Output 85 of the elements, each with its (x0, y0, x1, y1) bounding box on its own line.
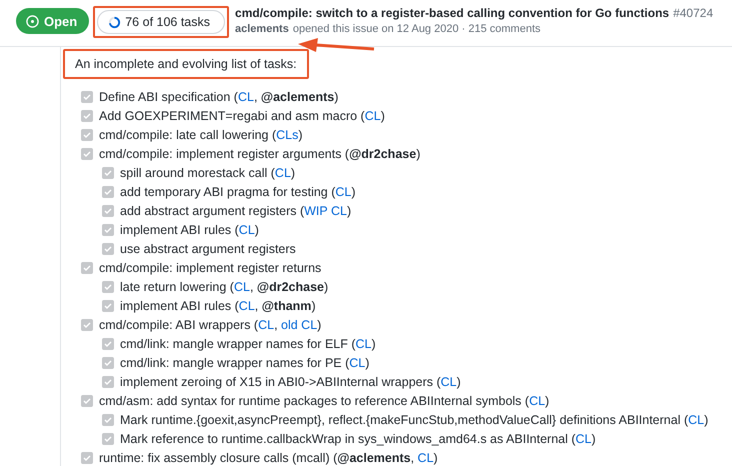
task-text: cmd/compile: late call lowering (CLs) (99, 128, 303, 142)
check-icon (83, 112, 91, 120)
checkbox[interactable] (102, 356, 114, 368)
link[interactable]: CL (356, 336, 372, 350)
checkbox[interactable] (81, 90, 93, 102)
task-text: add abstract argument registers (WIP CL) (120, 204, 352, 218)
task-text: Mark runtime.{goexit,asyncPreempt}, reflect.{makeFuncStub,methodValueCall} definitions ABIInternal (CL) (120, 412, 708, 426)
task-text: spill around morestack call (CL) (120, 166, 296, 180)
checkbox[interactable] (81, 262, 93, 274)
check-icon (104, 168, 112, 176)
task-text: cmd/asm: add syntax for runtime packages to reference ABIInternal symbols (CL) (99, 394, 550, 408)
task-text: cmd/compile: implement register arguments (@dr2chase) (99, 146, 420, 160)
issue-meta: opened this issue on 12 Aug 2020 · 215 comments (292, 23, 540, 35)
checkbox[interactable] (81, 394, 93, 406)
link[interactable]: CL (238, 90, 254, 104)
link[interactable]: CL (274, 166, 291, 180)
status-badge: Open (16, 8, 90, 34)
checkbox[interactable] (102, 204, 114, 216)
checkbox[interactable] (81, 452, 93, 464)
link[interactable]: CL (238, 222, 255, 236)
task-text: add temporary ABI pragma for testing (CL) (120, 184, 356, 198)
checkbox[interactable] (102, 224, 114, 236)
check-icon (83, 264, 91, 272)
check-icon (104, 358, 112, 366)
task-text: implement zeroing of X15 in ABI0->ABIInternal wrappers (CL) (120, 374, 461, 388)
check-icon (104, 244, 112, 252)
check-icon (104, 206, 112, 214)
link[interactable]: CL (234, 280, 250, 294)
check-icon (104, 434, 112, 442)
intro-text: An incomplete and evolving list of tasks: (75, 57, 297, 71)
issue-number: #40724 (673, 6, 714, 20)
issue-title: cmd/compile: switch to a register-based calling convention for Go functions (235, 6, 670, 20)
checkbox[interactable] (102, 300, 114, 312)
task-text: implement ABI rules (CL, @thanm) (120, 298, 316, 312)
check-icon (83, 396, 91, 404)
link[interactable]: CL (529, 394, 546, 408)
check-icon (104, 188, 112, 196)
checkbox[interactable] (102, 414, 114, 426)
checkbox[interactable] (81, 148, 93, 160)
task-text: implement ABI rules (CL) (120, 222, 259, 236)
task-text: Define ABI specification (CL, @aclements) (99, 90, 338, 104)
check-icon (104, 378, 112, 386)
link[interactable]: CL (364, 108, 381, 122)
check-icon (83, 320, 91, 328)
check-icon (104, 416, 112, 424)
check-icon (83, 130, 91, 138)
task-text: Mark reference to runtime.callbackWrap in sys_windows_amd64.s as ABIInternal (CL) (120, 432, 596, 446)
link[interactable]: CL (258, 318, 274, 332)
task-text: cmd/link: mangle wrapper names for PE (CL) (120, 356, 370, 370)
link[interactable]: CL (238, 298, 255, 312)
issue-icon (26, 14, 39, 28)
checkbox[interactable] (81, 110, 93, 122)
task-text: cmd/link: mangle wrapper names for ELF (CL) (120, 336, 376, 350)
check-icon (104, 226, 112, 234)
checkbox[interactable] (102, 186, 114, 198)
link[interactable]: CL (688, 412, 704, 426)
task-text: use abstract argument registers (120, 242, 296, 256)
task-text: Add GOEXPERIMENT=regabi and asm macro (CL) (99, 108, 385, 122)
check-icon (83, 150, 91, 158)
check-icon (104, 282, 112, 290)
author-link[interactable]: aclements (235, 23, 289, 35)
link[interactable]: CL (335, 184, 352, 198)
check-icon (83, 92, 91, 100)
checkbox[interactable] (102, 242, 114, 254)
link[interactable]: CL (418, 450, 434, 464)
task-text: cmd/compile: implement register returns (99, 260, 322, 274)
checkbox[interactable] (81, 318, 93, 330)
link[interactable]: WIP CL (304, 204, 347, 218)
check-icon (104, 302, 112, 310)
check-icon (83, 454, 91, 462)
checkbox[interactable] (102, 166, 114, 178)
checkbox[interactable] (102, 376, 114, 388)
task-text: cmd/compile: ABI wrappers (CL, old CL) (99, 318, 322, 332)
link[interactable]: CL (349, 356, 366, 370)
task-text: late return lowering (CL, @dr2chase) (120, 280, 328, 294)
link[interactable]: CL (440, 374, 457, 388)
task-text: runtime: fix assembly closure calls (mcall) (@aclements, CL) (99, 450, 438, 464)
check-icon (104, 340, 112, 348)
link[interactable]: old CL (281, 318, 318, 332)
link[interactable]: CLs (276, 128, 298, 142)
checkbox[interactable] (102, 432, 114, 444)
checkbox[interactable] (102, 280, 114, 292)
checkbox[interactable] (81, 128, 93, 140)
link[interactable]: CL (576, 432, 592, 446)
checkbox[interactable] (102, 338, 114, 350)
